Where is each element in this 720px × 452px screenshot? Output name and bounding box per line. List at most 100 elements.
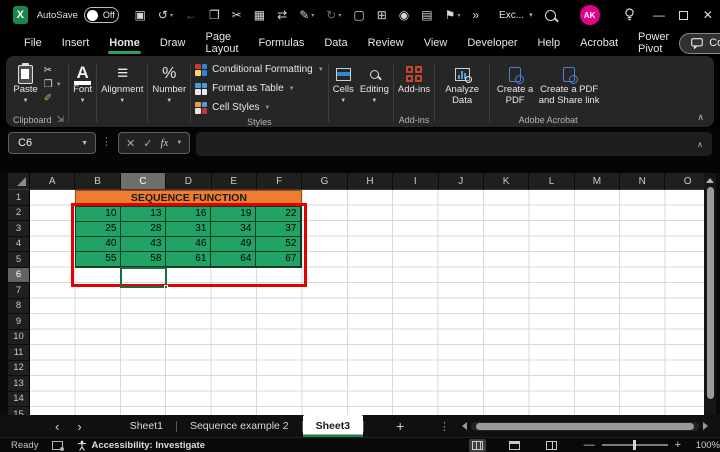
previous-sheet-button[interactable]: ‹ [46,420,68,433]
create-pdf-share-button[interactable]: Create a PDF and Share link [536,60,602,107]
drag-handle-icon[interactable]: ⋮ [101,135,112,148]
tab-developer[interactable]: Developer [457,30,527,56]
accessibility-status[interactable]: Accessibility: Investigate [77,440,205,451]
column-header-E[interactable]: E [212,173,257,190]
column-header-G[interactable]: G [302,173,347,190]
next-sheet-button[interactable]: › [68,420,90,433]
cells-button[interactable]: Cells ▼ [333,60,354,105]
row-header-9[interactable]: 9 [8,314,30,330]
cut-icon[interactable]: ✂ [226,8,248,22]
excel-logo-icon[interactable]: X [13,6,28,24]
scroll-up-icon[interactable] [706,178,714,183]
row-header-2[interactable]: 2 [8,206,30,222]
tab-options-icon[interactable]: ⋮ [431,420,458,433]
zoom-level[interactable]: 100% [690,440,720,451]
search-button[interactable] [533,0,568,30]
scroll-left-icon[interactable] [462,422,467,430]
tab-formulas[interactable]: Formulas [249,30,315,56]
insert-function-button[interactable]: fx [160,137,168,149]
zoom-slider[interactable] [602,444,668,446]
close-button[interactable]: ✕ [696,0,720,30]
horizontal-scrollbar[interactable] [471,422,699,431]
redo-icon[interactable]: ↻▾ [320,8,347,22]
row-header-6[interactable]: 6 [8,268,30,284]
new-sheet-button[interactable]: + [386,418,414,434]
expand-formula-bar-icon[interactable]: ∧ [697,140,712,149]
row-header-1[interactable]: 1 [8,190,30,206]
row-header-11[interactable]: 11 [8,345,30,361]
find-replace-icon[interactable]: ⇄ [271,8,293,22]
vertical-scrollbar[interactable] [704,173,716,415]
confirm-entry-button[interactable]: ✓ [143,137,152,150]
column-header-M[interactable]: M [575,173,620,190]
paste-button[interactable]: Paste ▼ [13,60,37,105]
zoom-slider-handle[interactable] [633,440,636,450]
name-box[interactable]: C6 ▼ [8,132,96,154]
vertical-scroll-thumb[interactable] [707,187,714,399]
tab-draw[interactable]: Draw [150,30,196,56]
table-grid-icon[interactable]: ⊞ [371,8,393,22]
row-header-13[interactable]: 13 [8,376,30,392]
tab-power-pivot[interactable]: Power Pivot [628,30,679,56]
sheet-tab-sequence-example-2[interactable]: Sequence example 2 [177,415,302,437]
back-icon[interactable]: ← [179,8,203,22]
column-header-K[interactable]: K [484,173,529,190]
tab-view[interactable]: View [414,30,458,56]
tab-home[interactable]: Home [99,30,150,56]
copy-icon[interactable]: ❐ [203,8,226,22]
tab-review[interactable]: Review [358,30,414,56]
tab-insert[interactable]: Insert [52,30,100,56]
row-header-4[interactable]: 4 [8,237,30,253]
column-header-N[interactable]: N [620,173,665,190]
maximize-button[interactable] [671,0,695,30]
font-button[interactable]: A Font ▼ [73,60,92,105]
number-button[interactable]: % Number ▼ [152,60,186,105]
tab-data[interactable]: Data [314,30,357,56]
zoom-out-button[interactable]: — [584,439,595,451]
document-title[interactable]: Exc... ▾ [499,10,533,21]
tips-button[interactable] [612,0,647,30]
column-header-C[interactable]: C [121,173,166,190]
macro-record-icon[interactable] [52,441,63,450]
account-button[interactable]: AK [568,0,612,30]
column-header-A[interactable]: A [30,173,75,190]
horizontal-scroll-thumb[interactable] [476,423,695,430]
sheet-tab-sheet3[interactable]: Sheet3 [303,415,363,437]
column-header-D[interactable]: D [166,173,211,190]
cut-button[interactable]: ✂ [44,65,62,76]
grid-body[interactable]: SEQUENCE FUNCTION 1013161922252831343740… [30,190,711,415]
row-header-3[interactable]: 3 [8,221,30,237]
format-painter-button[interactable]: ✐ [44,93,62,104]
alignment-button[interactable]: ≡ Alignment ▼ [101,60,143,105]
tab-page-layout[interactable]: Page Layout [195,30,248,56]
row-header-10[interactable]: 10 [8,330,30,346]
flag-icon[interactable]: ⚑▾ [439,8,467,22]
conditional-formatting-button[interactable]: Conditional Formatting ▼ [195,60,324,79]
tab-acrobat[interactable]: Acrobat [570,30,628,56]
row-header-12[interactable]: 12 [8,361,30,377]
new-file-icon[interactable]: ▢ [347,8,370,22]
catalog-icon[interactable]: ▤ [415,8,438,22]
row-header-5[interactable]: 5 [8,252,30,268]
column-header-J[interactable]: J [439,173,484,190]
column-header-B[interactable]: B [75,173,120,190]
column-header-F[interactable]: F [257,173,302,190]
undo-icon[interactable]: ↺▾ [152,8,179,22]
create-pdf-button[interactable]: Create a PDF [494,60,536,107]
analyze-data-button[interactable]: Analyze Data [439,60,485,107]
tab-help[interactable]: Help [527,30,570,56]
column-header-L[interactable]: L [529,173,574,190]
column-header-I[interactable]: I [393,173,438,190]
collapse-ribbon-icon[interactable]: ∧ [697,112,704,123]
column-header-H[interactable]: H [348,173,393,190]
save-icon[interactable]: ▣ [129,8,152,22]
scroll-right-icon[interactable] [703,422,708,430]
camera-icon[interactable]: ◉ [393,8,415,22]
addins-button[interactable]: Add-ins [398,60,430,96]
format-as-table-button[interactable]: Format as Table ▼ [195,79,294,98]
comments-button[interactable]: Comments [679,33,720,54]
fill-handle[interactable] [164,285,168,289]
zoom-in-button[interactable]: + [675,439,681,451]
normal-view-button[interactable] [469,439,486,452]
row-header-14[interactable]: 14 [8,392,30,408]
